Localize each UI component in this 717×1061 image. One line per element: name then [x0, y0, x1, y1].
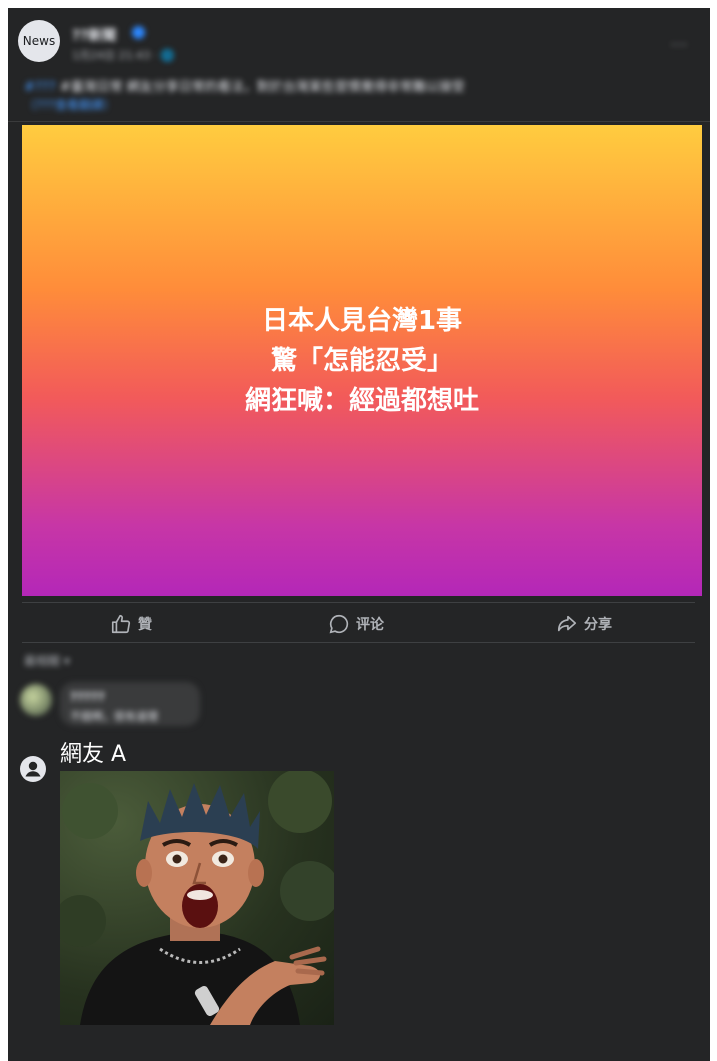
comment-button[interactable]: 评论 [328, 606, 384, 642]
banner-line-1: 日本人見台灣1事 [261, 305, 463, 336]
banner-headline: 日本人見台灣1事 驚「怎能忍受」 網狂喊：經過都想吐 [245, 301, 479, 421]
see-translation-link[interactable]: （???查看翻譯） [24, 96, 115, 113]
comment-bubble-icon [329, 614, 349, 634]
page-name[interactable]: ??新聞 [72, 25, 116, 45]
share-arrow-icon [557, 615, 577, 632]
reaction-meme-image[interactable] [60, 771, 334, 1025]
avatar-label: News [22, 34, 56, 48]
commenter-avatar[interactable] [20, 684, 52, 716]
page-avatar[interactable]: News [18, 20, 60, 62]
screenshot-seam [8, 121, 710, 122]
action-divider-top [22, 602, 695, 603]
hashtag-link[interactable]: #??? [24, 80, 56, 95]
commenter-name[interactable]: ????? [70, 690, 105, 704]
comment-author-name[interactable]: 網友 A [60, 736, 126, 768]
facebook-post-screenshot: News ??新聞 1月24日 21:43 · 🌐 ··· #??? #臺灣日常… [8, 8, 710, 1061]
banner-line-3: 網狂喊：經過都想吐 [244, 385, 479, 416]
comment-text: 不錯啊，很有道理 [70, 710, 158, 723]
caption-text: #臺灣日常 網友分享日常的看法，對於台灣某些習慣覺得非常難以接受 [59, 80, 465, 95]
share-label: 分享 [584, 617, 612, 633]
verified-badge-icon [132, 26, 145, 39]
like-button[interactable]: 贊 [110, 606, 152, 642]
post-caption: #??? #臺灣日常 網友分享日常的看法，對於台灣某些習慣覺得非常難以接受 [24, 76, 465, 95]
action-divider-bottom [22, 642, 695, 643]
post-image-banner[interactable]: 日本人見台灣1事 驚「怎能忍受」 網狂喊：經過都想吐 [22, 125, 702, 596]
comment-sort-dropdown[interactable]: 最相關 ▾ [24, 652, 70, 669]
post-timestamp[interactable]: 1月24日 21:43 · 🌐 [72, 47, 174, 63]
more-options-icon[interactable]: ··· [671, 36, 688, 54]
meme-illustration [60, 771, 334, 1025]
thumbs-up-icon [111, 614, 131, 634]
post-action-bar: 贊 评论 分享 [22, 606, 695, 642]
like-label: 贊 [138, 617, 152, 633]
user-avatar-icon[interactable] [20, 756, 46, 782]
share-button[interactable]: 分享 [556, 606, 612, 642]
comment-label: 评论 [356, 617, 384, 633]
banner-line-2: 驚「怎能忍受」 [270, 345, 453, 376]
